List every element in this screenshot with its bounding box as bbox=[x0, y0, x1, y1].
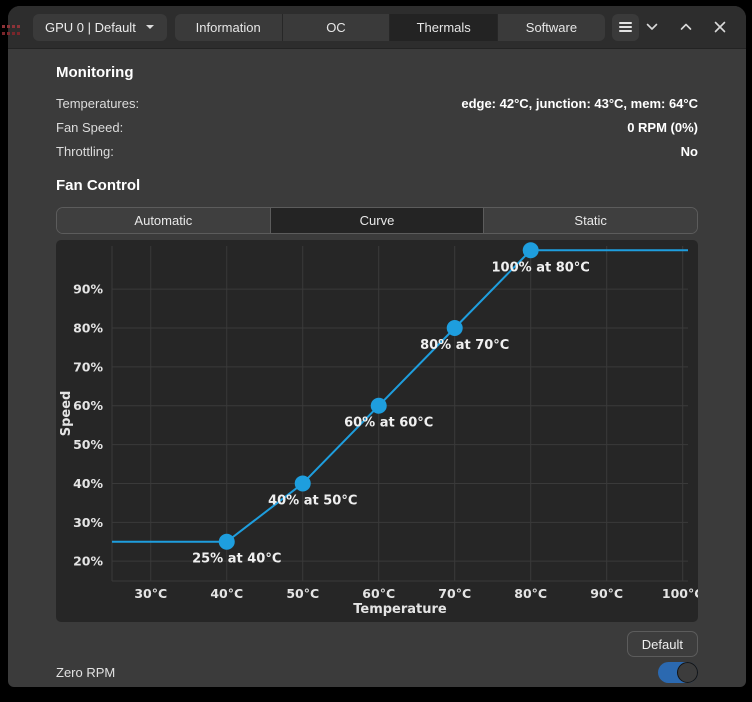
main-menu-button[interactable] bbox=[612, 14, 639, 41]
default-button[interactable]: Default bbox=[627, 631, 698, 657]
x-tick-label: 80°C bbox=[514, 586, 547, 601]
chevron-down-icon bbox=[145, 24, 155, 30]
tab-thermals[interactable]: Thermals bbox=[389, 14, 497, 41]
zero-rpm-label: Zero RPM bbox=[56, 665, 115, 680]
curve-point-80[interactable] bbox=[523, 242, 539, 258]
hamburger-icon bbox=[619, 26, 632, 28]
fan-mode-segmented-control: Automatic Curve Static bbox=[56, 207, 698, 234]
curve-point-label: 25% at 40°C bbox=[192, 552, 281, 567]
toggle-knob-icon bbox=[677, 662, 698, 683]
zero-rpm-row: Zero RPM bbox=[56, 662, 698, 683]
close-button[interactable] bbox=[708, 15, 732, 39]
titlebar: GPU 0 | Default Information OC Thermals … bbox=[8, 6, 746, 49]
y-tick-label: 30% bbox=[73, 515, 103, 530]
window-controls bbox=[640, 15, 732, 39]
fan-curve-chart[interactable]: 30°C 40°C 50°C 60°C 70°C 80°C 90°C 100°C 20% 30% 4… bbox=[56, 240, 698, 622]
temperatures-value: edge: 42°C, junction: 43°C, mem: 64°C bbox=[461, 96, 698, 111]
minimize-button[interactable] bbox=[640, 15, 664, 39]
temperatures-label: Temperatures: bbox=[56, 96, 139, 111]
y-tick-label: 80% bbox=[73, 321, 103, 336]
gpu-selector-label: GPU 0 | Default bbox=[45, 20, 136, 35]
curve-point-40[interactable] bbox=[219, 534, 235, 550]
curve-point-label: 40% at 50°C bbox=[268, 493, 357, 508]
x-tick-label: 50°C bbox=[286, 586, 319, 601]
monitoring-section-title: Monitoring bbox=[56, 63, 698, 82]
app-window: GPU 0 | Default Information OC Thermals … bbox=[8, 6, 746, 687]
curve-point-50[interactable] bbox=[295, 475, 311, 491]
curve-point-label: 60% at 60°C bbox=[344, 416, 433, 431]
curve-point-60[interactable] bbox=[371, 398, 387, 414]
temperatures-row: Temperatures: edge: 42°C, junction: 43°C… bbox=[56, 96, 698, 120]
x-tick-label: 30°C bbox=[134, 586, 167, 601]
fan-speed-row: Fan Speed: 0 RPM (0%) bbox=[56, 120, 698, 144]
fan-speed-value: 0 RPM (0%) bbox=[627, 120, 698, 135]
fan-mode-automatic[interactable]: Automatic bbox=[57, 208, 270, 233]
y-tick-label: 60% bbox=[73, 398, 103, 413]
throttling-row: Throttling: No bbox=[56, 144, 698, 168]
tab-oc[interactable]: OC bbox=[282, 14, 390, 41]
screenshot-artifact bbox=[2, 25, 20, 35]
x-tick-label: 70°C bbox=[438, 586, 471, 601]
fan-speed-label: Fan Speed: bbox=[56, 120, 123, 135]
chevron-down-icon bbox=[646, 21, 658, 33]
y-axis-title: Speed bbox=[59, 391, 74, 437]
tab-information[interactable]: Information bbox=[175, 14, 282, 41]
fan-curve-panel: 30°C 40°C 50°C 60°C 70°C 80°C 90°C 100°C 20% 30% 4… bbox=[56, 240, 698, 622]
fan-mode-static[interactable]: Static bbox=[483, 208, 697, 233]
y-tick-label: 20% bbox=[73, 554, 103, 569]
default-row: Default bbox=[56, 631, 698, 657]
curve-point-70[interactable] bbox=[447, 320, 463, 336]
x-tick-label: 60°C bbox=[362, 586, 395, 601]
fan-mode-curve[interactable]: Curve bbox=[270, 208, 484, 233]
y-tick-label: 70% bbox=[73, 359, 103, 374]
y-tick-label: 40% bbox=[73, 476, 103, 491]
x-tick-label: 40°C bbox=[210, 586, 243, 601]
close-icon bbox=[714, 21, 726, 33]
maximize-button[interactable] bbox=[674, 15, 698, 39]
throttling-value: No bbox=[681, 144, 698, 159]
x-tick-label: 100°C bbox=[662, 586, 698, 601]
fan-control-section-title: Fan Control bbox=[56, 176, 698, 195]
chevron-up-icon bbox=[680, 21, 692, 33]
y-tick-label: 90% bbox=[73, 282, 103, 297]
y-tick-label: 50% bbox=[73, 437, 103, 452]
throttling-label: Throttling: bbox=[56, 144, 114, 159]
x-tick-label: 90°C bbox=[590, 586, 623, 601]
monitoring-rows: Temperatures: edge: 42°C, junction: 43°C… bbox=[56, 96, 698, 168]
zero-rpm-toggle[interactable] bbox=[658, 662, 698, 683]
x-axis-title: Temperature bbox=[353, 602, 447, 617]
content-area: Monitoring Temperatures: edge: 42°C, jun… bbox=[8, 49, 746, 683]
fan-curve-line bbox=[112, 250, 688, 541]
gpu-selector-dropdown[interactable]: GPU 0 | Default bbox=[33, 14, 167, 41]
tab-software[interactable]: Software bbox=[497, 14, 605, 41]
curve-point-label: 80% at 70°C bbox=[420, 338, 509, 353]
curve-point-label: 100% at 80°C bbox=[492, 260, 590, 275]
page-tabs: Information OC Thermals Software bbox=[175, 14, 605, 41]
